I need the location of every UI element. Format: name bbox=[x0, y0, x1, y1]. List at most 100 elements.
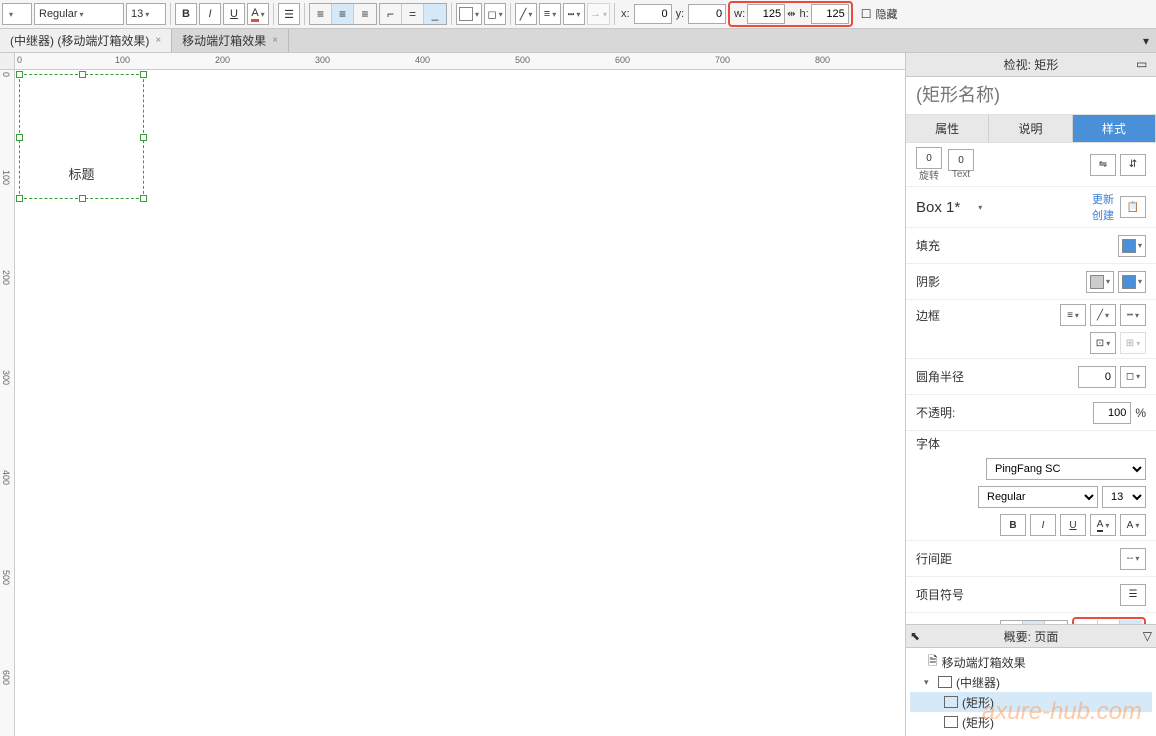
outline-item-page[interactable]: 🗎移动端灯箱效果 bbox=[910, 652, 1152, 672]
align-center-button[interactable]: ≡ bbox=[332, 4, 354, 24]
resize-handle-ne[interactable] bbox=[140, 71, 147, 78]
resize-handle-nw[interactable] bbox=[16, 71, 23, 78]
v-align-group: ⌐ = _ bbox=[379, 3, 447, 25]
outline-title: 概要: 页面 bbox=[1004, 628, 1059, 645]
flip-v-button[interactable]: ⇵ bbox=[1120, 154, 1146, 176]
tab-notes[interactable]: 说明 bbox=[989, 115, 1072, 142]
outline-item-rect[interactable]: (矩形) bbox=[910, 712, 1152, 732]
w-input[interactable] bbox=[747, 4, 785, 24]
outline-filter-icon[interactable]: ▽ bbox=[1143, 629, 1152, 643]
x-input[interactable] bbox=[634, 4, 672, 24]
inspector-panel: 检视: 矩形 ▭ 属性 说明 样式 0旋转 0Text ⇋ ⇵ Box 1* bbox=[905, 53, 1156, 736]
line-color-button[interactable]: ╱ bbox=[515, 3, 537, 25]
opacity-input[interactable] bbox=[1093, 402, 1131, 424]
italic-button[interactable]: I bbox=[199, 3, 221, 25]
panel-bold-button[interactable]: B bbox=[1000, 514, 1026, 536]
page-icon: 🗎 bbox=[928, 652, 938, 673]
bullets-button[interactable]: ☰ bbox=[278, 3, 300, 25]
box-style-menu[interactable] bbox=[966, 196, 992, 218]
triangle-icon[interactable]: ▾ bbox=[924, 677, 934, 688]
link-create[interactable]: 创建 bbox=[1092, 207, 1114, 223]
tab-repeater-page[interactable]: (中继器) (移动端灯箱效果)× bbox=[0, 29, 172, 52]
font-family-select[interactable]: PingFang SC bbox=[986, 458, 1146, 480]
tab-style[interactable]: 样式 bbox=[1073, 115, 1156, 142]
h-align-group: ≡ ≡ ≡ bbox=[309, 3, 377, 25]
outline-label: (矩形) bbox=[962, 714, 994, 731]
selected-shape[interactable]: 标题 bbox=[19, 74, 144, 199]
font-family-select[interactable] bbox=[2, 3, 32, 25]
y-input[interactable] bbox=[688, 4, 726, 24]
arrow-button[interactable]: → bbox=[587, 3, 610, 25]
rotate-input[interactable]: 0 bbox=[916, 147, 942, 169]
inspector-title: 检视: 矩形 bbox=[1004, 56, 1059, 73]
hidden-checkbox[interactable]: ☐ bbox=[861, 7, 872, 21]
h-input[interactable] bbox=[811, 4, 849, 24]
inner-shadow-button[interactable] bbox=[1118, 271, 1146, 293]
h-label: h: bbox=[800, 8, 809, 20]
flip-h-button[interactable]: ⇋ bbox=[1090, 154, 1116, 176]
radius-input[interactable] bbox=[1078, 366, 1116, 388]
wh-link-icon[interactable]: ⇹ bbox=[787, 9, 795, 20]
panel-menu-icon[interactable]: ▭ bbox=[1136, 57, 1152, 73]
fill-color-button[interactable] bbox=[456, 3, 482, 25]
y-label: y: bbox=[676, 8, 685, 20]
border-visibility-button[interactable]: ⊡ bbox=[1090, 332, 1116, 354]
panel-text-more-button[interactable]: A bbox=[1120, 514, 1146, 536]
outline-collapse-icon[interactable]: ⬉ bbox=[910, 629, 920, 643]
outline-item-repeater[interactable]: ▾(中继器) bbox=[910, 672, 1152, 692]
ruler-vertical: 0 100 200 300 400 500 600 bbox=[0, 70, 15, 736]
border-color-button[interactable]: ╱ bbox=[1090, 304, 1116, 326]
paste-style-button[interactable]: 📋 bbox=[1120, 196, 1146, 218]
row-line-spacing: 行间距 -- bbox=[906, 541, 1156, 577]
link-update[interactable]: 更新 bbox=[1092, 191, 1114, 207]
repeater-icon bbox=[938, 676, 952, 688]
resize-handle-w[interactable] bbox=[16, 134, 23, 141]
line-spacing-select[interactable]: -- bbox=[1120, 548, 1146, 570]
align-bottom-button[interactable]: _ bbox=[424, 4, 446, 24]
bold-button[interactable]: B bbox=[175, 3, 197, 25]
border-corner-button[interactable]: ⊞ bbox=[1120, 332, 1146, 354]
font-size-select[interactable]: 13 bbox=[126, 3, 166, 25]
font-weight-select[interactable]: Regular bbox=[34, 3, 124, 25]
resize-handle-e[interactable] bbox=[140, 134, 147, 141]
underline-button[interactable]: U bbox=[223, 3, 245, 25]
radius-corners-button[interactable]: ◻ bbox=[1120, 366, 1146, 388]
shadow-button[interactable]: ◻ bbox=[484, 3, 506, 25]
top-toolbar: Regular 13 B I U A ☰ ≡ ≡ ≡ ⌐ = _ ◻ ╱ ≡ ┅… bbox=[0, 0, 1156, 29]
border-style-button[interactable]: ┅ bbox=[1120, 304, 1146, 326]
line-weight-button[interactable]: ≡ bbox=[539, 3, 561, 25]
shape-name-input[interactable] bbox=[916, 85, 1146, 106]
panel-text-color-button[interactable]: A bbox=[1090, 514, 1116, 536]
font-weight-select[interactable]: Regular bbox=[978, 486, 1098, 508]
radius-label: 圆角半径 bbox=[916, 368, 976, 385]
bullet-button[interactable]: ☰ bbox=[1120, 584, 1146, 606]
font-size-select[interactable]: 13 bbox=[1102, 486, 1146, 508]
align-left-button[interactable]: ≡ bbox=[310, 4, 332, 24]
outline-item-rect-selected[interactable]: (矩形) bbox=[910, 692, 1152, 712]
tabs-menu-icon[interactable]: ▾ bbox=[1136, 29, 1156, 52]
align-top-button[interactable]: ⌐ bbox=[380, 4, 402, 24]
resize-handle-se[interactable] bbox=[140, 195, 147, 202]
tab-lightbox-page[interactable]: 移动端灯箱效果× bbox=[172, 29, 289, 52]
resize-handle-sw[interactable] bbox=[16, 195, 23, 202]
shadow-label: 阴影 bbox=[916, 273, 976, 290]
align-right-button[interactable]: ≡ bbox=[354, 4, 376, 24]
resize-handle-n[interactable] bbox=[79, 71, 86, 78]
line-style-button[interactable]: ┅ bbox=[563, 3, 585, 25]
border-weight-button[interactable]: ≡ bbox=[1060, 304, 1086, 326]
shape-name-row bbox=[906, 77, 1156, 115]
text-color-button[interactable]: A bbox=[247, 3, 269, 25]
row-opacity: 不透明: % bbox=[906, 395, 1156, 431]
panel-underline-button[interactable]: U bbox=[1060, 514, 1086, 536]
bullet-label: 项目符号 bbox=[916, 586, 976, 603]
canvas[interactable]: 标题 bbox=[15, 70, 905, 736]
fill-color-button[interactable] bbox=[1118, 235, 1146, 257]
outer-shadow-button[interactable] bbox=[1086, 271, 1114, 293]
close-icon[interactable]: × bbox=[272, 35, 278, 46]
text-rotate-input[interactable]: 0 bbox=[948, 149, 974, 171]
panel-italic-button[interactable]: I bbox=[1030, 514, 1056, 536]
align-middle-button[interactable]: = bbox=[402, 4, 424, 24]
tab-properties[interactable]: 属性 bbox=[906, 115, 989, 142]
resize-handle-s[interactable] bbox=[79, 195, 86, 202]
close-icon[interactable]: × bbox=[155, 35, 161, 46]
